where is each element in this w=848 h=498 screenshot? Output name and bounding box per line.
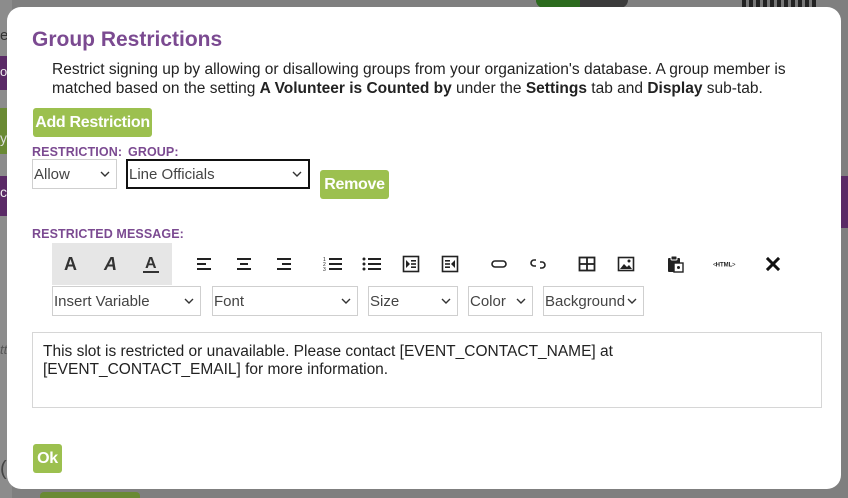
restriction-label: RESTRICTION: (32, 145, 123, 159)
clear-format-icon[interactable] (754, 243, 792, 285)
color-value: Color (470, 292, 506, 310)
html-icon-text: HTML (716, 263, 733, 269)
restriction-select-value: Allow (34, 165, 70, 183)
restricted-message-editor[interactable]: This slot is restricted or unavailable. … (32, 332, 822, 408)
add-restriction-button[interactable]: Add Restriction (33, 108, 152, 137)
insert-variable-value: Insert Variable (54, 292, 150, 310)
svg-text:>: > (732, 263, 736, 269)
background-green-button-bottom (40, 492, 140, 498)
background-select[interactable]: Background (543, 286, 644, 316)
html-icon[interactable]: HTML < > (705, 243, 743, 285)
description-text: under the (451, 80, 526, 97)
color-select[interactable]: Color (468, 286, 533, 316)
italic-icon[interactable]: A (92, 243, 130, 285)
restricted-message-label: RESTRICTED MESSAGE: (32, 227, 184, 241)
background-value: Background (545, 292, 626, 310)
dialog-title: Group Restrictions (32, 28, 223, 51)
group-select-value: Line Officials (129, 166, 215, 183)
unordered-list-icon[interactable] (353, 243, 391, 285)
svg-text:<: < (713, 263, 717, 269)
underline-icon[interactable]: A (132, 243, 170, 285)
image-icon[interactable] (607, 243, 645, 285)
group-select[interactable]: Line Officials (126, 159, 310, 189)
chevron-down-icon (441, 298, 451, 304)
unlink-icon[interactable] (519, 243, 557, 285)
chevron-down-icon (184, 298, 194, 304)
size-select[interactable]: Size (368, 286, 458, 316)
outdent-icon[interactable] (431, 243, 469, 285)
description-bold: Settings (525, 80, 587, 97)
svg-text:A: A (64, 254, 77, 274)
ordered-list-icon[interactable]: 123 (314, 243, 352, 285)
paste-icon[interactable] (656, 243, 694, 285)
chevron-down-icon (627, 298, 637, 304)
align-center-icon[interactable] (225, 243, 263, 285)
indent-icon[interactable] (392, 243, 430, 285)
font-value: Font (214, 292, 245, 310)
chevron-down-icon (341, 298, 351, 304)
insert-variable-select[interactable]: Insert Variable (52, 286, 201, 316)
ok-button[interactable]: Ok (33, 444, 62, 473)
chevron-down-icon (516, 298, 526, 304)
description-bold: Display (647, 80, 703, 97)
font-select[interactable]: Font (212, 286, 358, 316)
remove-button[interactable]: Remove (320, 170, 389, 199)
align-right-icon[interactable] (264, 243, 302, 285)
dialog-description: Restrict signing up by allowing or disal… (52, 60, 812, 98)
svg-text:A: A (145, 255, 157, 272)
description-text: sub-tab. (702, 80, 763, 97)
table-icon[interactable] (568, 243, 606, 285)
align-left-icon[interactable] (186, 243, 224, 285)
svg-text:A: A (103, 254, 117, 274)
restriction-select[interactable]: Allow (32, 159, 117, 189)
background-text: y (0, 130, 7, 146)
group-restrictions-dialog: Group Restrictions Restrict signing up b… (7, 7, 841, 489)
bold-icon[interactable]: A (52, 243, 90, 285)
link-icon[interactable] (480, 243, 518, 285)
svg-text:3: 3 (323, 267, 326, 273)
description-text: tab and (586, 80, 648, 97)
group-label: GROUP: (128, 145, 179, 159)
editor-toolbar: A A A 123 HTML < > (52, 243, 781, 285)
chevron-down-icon (292, 171, 302, 177)
chevron-down-icon (100, 171, 110, 177)
size-value: Size (370, 292, 400, 310)
description-bold: A Volunteer is Counted by (259, 80, 452, 97)
